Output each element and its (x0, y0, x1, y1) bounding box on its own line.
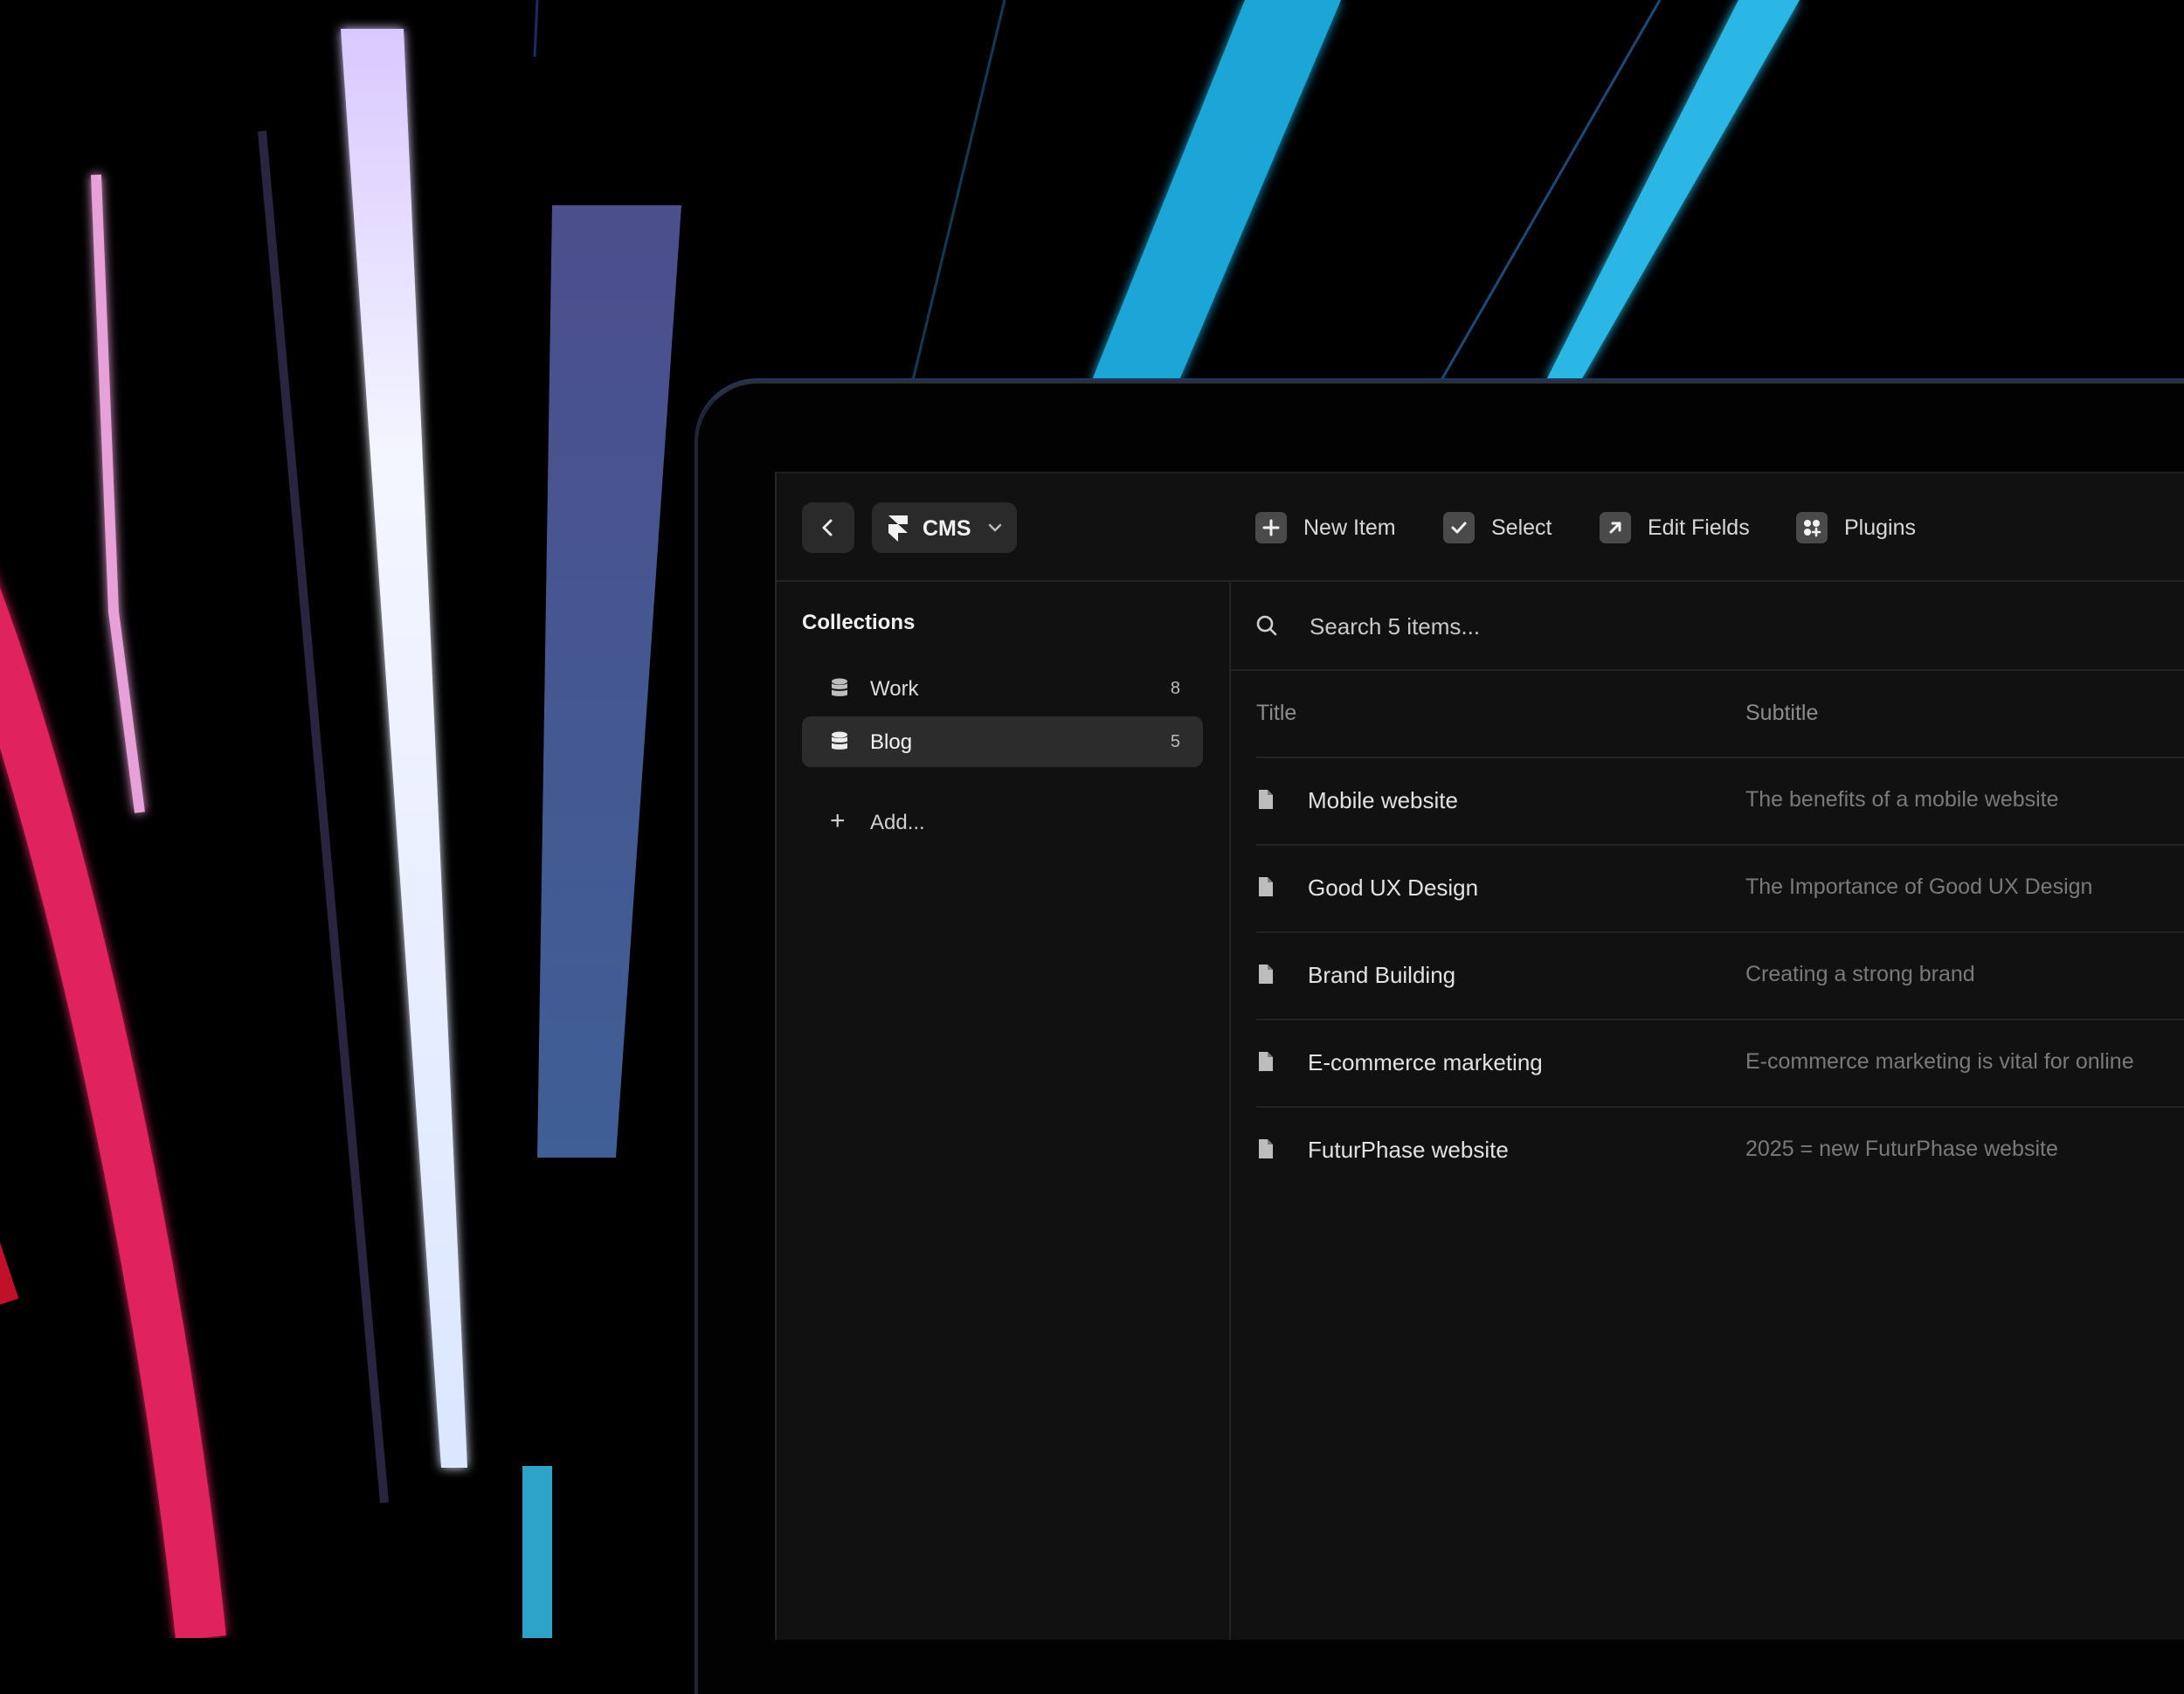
row-subtitle: The benefits of a mobile website (1745, 787, 2059, 812)
toolbar: CMS New Item Select Edit Fields Plugins (777, 474, 2184, 582)
row-title: Mobile website (1308, 787, 1458, 813)
add-collection-label: Add... (870, 811, 925, 834)
select-label: Select (1491, 515, 1552, 540)
plus-square-icon (1255, 512, 1287, 543)
document-icon (1259, 877, 1273, 896)
table-row[interactable]: Good UX Design The Importance of Good UX… (1256, 846, 2184, 933)
plugins-button[interactable]: Plugins (1796, 505, 1916, 550)
table-row[interactable]: Brand Building Creating a strong brand (1256, 933, 2184, 1020)
row-subtitle: Creating a strong brand (1745, 962, 1975, 986)
sidebar-item-label: Blog (870, 730, 913, 754)
table-row[interactable]: Mobile website The benefits of a mobile … (1256, 758, 2184, 846)
sidebar-item-label: Work (870, 677, 919, 701)
collections-title: Collections (802, 611, 916, 634)
table-row[interactable]: E-commerce marketing E-commerce marketin… (1256, 1020, 2184, 1108)
cms-menu-label: CMS (923, 516, 971, 541)
search-bar (1231, 582, 2184, 671)
cyan-streak-1 (1092, 0, 1341, 380)
row-title: Brand Building (1308, 962, 1456, 988)
new-item-button[interactable]: New Item (1255, 505, 1396, 550)
items-panel: Title Subtitle Mobile website The benefi… (1231, 582, 2184, 1640)
sidebar-item-work[interactable]: Work 8 (802, 663, 1203, 714)
new-item-label: New Item (1303, 515, 1396, 540)
edit-fields-label: Edit Fields (1648, 515, 1750, 540)
table-header: Title Subtitle (1256, 671, 2184, 758)
item-count: 5 (1170, 732, 1180, 751)
collections-sidebar: Collections Work 8 Blog 5 + Add... (777, 582, 1231, 1640)
select-button[interactable]: Select (1443, 505, 1552, 550)
search-icon (1256, 615, 1277, 636)
row-title: FuturPhase website (1308, 1137, 1509, 1163)
table-row[interactable]: FuturPhase website 2025 = new FuturPhase… (1256, 1108, 2184, 1193)
add-collection-button[interactable]: + Add... (802, 799, 1064, 844)
edit-fields-button[interactable]: Edit Fields (1600, 505, 1750, 550)
arrow-up-right-square-icon (1600, 512, 1631, 543)
sidebar-item-blog[interactable]: Blog 5 (802, 716, 1203, 767)
cms-app-window: CMS New Item Select Edit Fields Plugins … (775, 472, 2184, 1640)
cms-menu-button[interactable]: CMS (872, 502, 1017, 553)
database-icon (832, 731, 847, 750)
cyan-streak-2 (1546, 0, 1800, 380)
checkbox-icon (1443, 512, 1475, 543)
search-input[interactable] (1308, 605, 2098, 647)
chevron-down-icon (988, 523, 1002, 532)
plugins-label: Plugins (1844, 515, 1916, 540)
framer-logo-icon (888, 515, 908, 542)
plugins-grid-icon (1796, 512, 1828, 543)
row-subtitle: 2025 = new FuturPhase website (1745, 1137, 2058, 1161)
row-title: E-commerce marketing (1308, 1049, 1543, 1075)
column-header-title[interactable]: Title (1256, 701, 1296, 726)
document-icon (1259, 1139, 1273, 1158)
row-subtitle: The Importance of Good UX Design (1745, 875, 2093, 899)
column-header-subtitle[interactable]: Subtitle (1745, 701, 1818, 726)
plus-icon: + (830, 806, 846, 835)
back-button[interactable] (802, 502, 854, 553)
chevron-left-icon (822, 519, 833, 536)
lavender-panel (537, 205, 681, 1158)
item-count: 8 (1170, 679, 1180, 698)
document-icon (1259, 1052, 1273, 1071)
document-icon (1259, 965, 1273, 984)
database-icon (832, 678, 847, 696)
row-subtitle: E-commerce marketing is vital for online (1745, 1049, 2134, 1074)
document-icon (1259, 790, 1273, 809)
pink-streak (0, 588, 226, 1638)
row-title: Good UX Design (1308, 875, 1479, 901)
